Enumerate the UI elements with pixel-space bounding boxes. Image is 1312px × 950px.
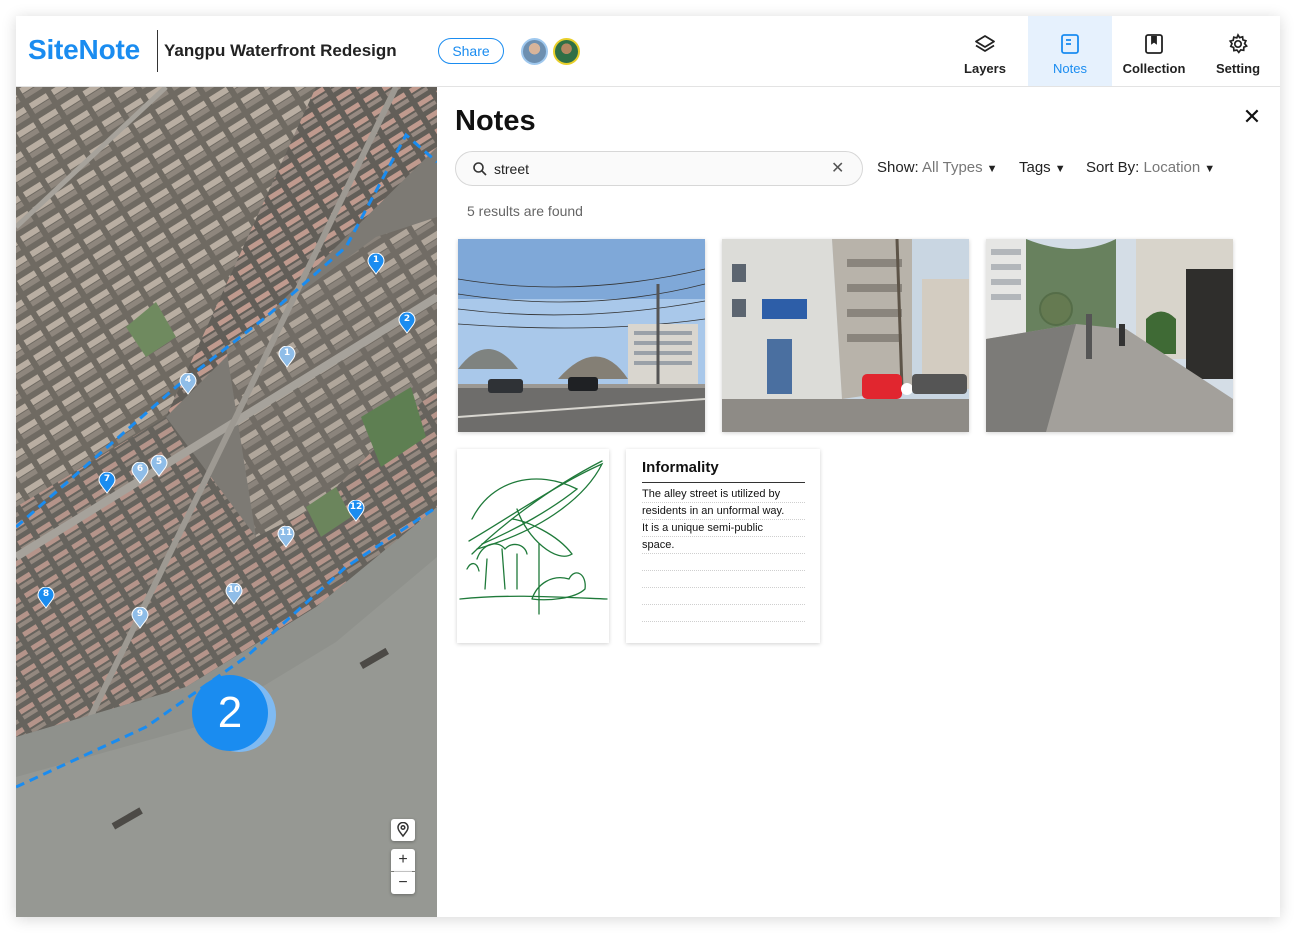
show-type-filter[interactable]: Show: All Types ▼ [877,159,998,176]
clear-search-button[interactable]: ✕ [831,158,844,178]
nav-setting-label: Setting [1215,61,1261,76]
text-note-card[interactable]: Informality The alley street is utilized… [626,449,820,643]
street-photo [458,239,705,432]
map-pin[interactable]: 10 [225,582,243,605]
tags-filter[interactable]: Tags ▼ [1019,159,1066,176]
street-photo [722,239,969,432]
locate-button[interactable] [391,819,415,841]
filter-value: All Types [922,159,983,176]
map-pin[interactable]: 12 [347,499,365,522]
map-pin[interactable]: 7 [98,471,116,494]
note-line [642,605,805,622]
note-line: The alley street is utilized by [642,486,805,503]
sketch-note-card[interactable] [457,449,609,643]
satellite-map[interactable]: 1 2 1 4 5 6 7 8 9 10 11 12 2 + − [16,87,437,917]
results-count: 5 results are found [467,203,583,219]
bookmark-icon [1145,34,1163,54]
map-pin[interactable]: 6 [131,461,149,484]
note-line [642,571,805,588]
app-window: SiteNote Yangpu Waterfront Redesign Shar… [16,16,1280,917]
zoom-in-button[interactable]: + [391,849,415,871]
gear-icon [1228,33,1248,54]
note-line [642,554,805,571]
sort-by-filter[interactable]: Sort By: Location ▼ [1086,159,1215,176]
collaborator-avatar[interactable] [521,38,548,65]
note-line [642,588,805,605]
map-pin[interactable]: 5 [150,454,168,477]
location-pin-icon [397,822,409,838]
map-pin[interactable]: 8 [37,586,55,609]
note-line: residents in an unformal way. [642,503,805,520]
note-title: Informality [642,459,719,476]
map-pin[interactable]: 1 [367,252,385,275]
note-body: The alley street is utilized by resident… [642,486,805,622]
filter-value: Location [1143,159,1201,176]
photo-note-card[interactable] [986,239,1233,432]
share-button[interactable]: Share [438,38,504,64]
close-button[interactable]: ✕ [1240,105,1264,129]
brand-logo[interactable]: SiteNote [28,34,140,66]
search-input[interactable] [494,159,814,179]
divider [642,482,805,483]
note-line: space. [642,537,805,554]
divider [157,30,158,72]
nav-notes-label: Notes [1053,61,1087,76]
project-title: Yangpu Waterfront Redesign [164,41,397,60]
nav-layers-label: Layers [964,61,1006,76]
search-bar[interactable]: ✕ [455,151,863,186]
search-icon [473,162,487,176]
notes-icon [1061,34,1079,54]
map-pin[interactable]: 11 [277,525,295,548]
photo-note-card[interactable] [458,239,705,432]
cluster-marker[interactable]: 2 [192,675,276,753]
layers-icon [975,35,995,52]
filter-label: Sort By: [1086,159,1140,176]
photo-note-card[interactable] [722,239,969,432]
map-imagery [16,87,437,917]
panel-title: Notes [455,105,536,137]
map-pin[interactable]: 2 [398,311,416,334]
nav-setting[interactable]: Setting [1196,16,1280,86]
collaborator-avatar[interactable] [553,38,580,65]
map-pin[interactable]: 1 [278,345,296,368]
nav-layers[interactable]: Layers [943,16,1027,86]
top-bar: SiteNote Yangpu Waterfront Redesign Shar… [16,16,1280,87]
chevron-down-icon: ▼ [1054,163,1066,175]
nav-collection[interactable]: Collection [1112,16,1196,86]
street-photo [986,239,1233,432]
filter-label: Tags [1019,159,1051,176]
zoom-out-button[interactable]: − [391,872,415,894]
note-line: It is a unique semi-public [642,520,805,537]
sketch-drawing [459,460,608,615]
chevron-down-icon: ▼ [1204,163,1216,175]
nav-notes[interactable]: Notes [1028,16,1112,86]
notes-panel: Notes ✕ ✕ Show: All Types▼ Tags▼ Sort By… [437,87,1280,917]
map-pin[interactable]: 4 [179,372,197,395]
filter-label: Show: [877,159,919,176]
nav-collection-label: Collection [1122,61,1186,76]
cluster-count: 2 [192,675,268,751]
chevron-down-icon: ▼ [986,163,998,175]
map-pin[interactable]: 9 [131,606,149,629]
